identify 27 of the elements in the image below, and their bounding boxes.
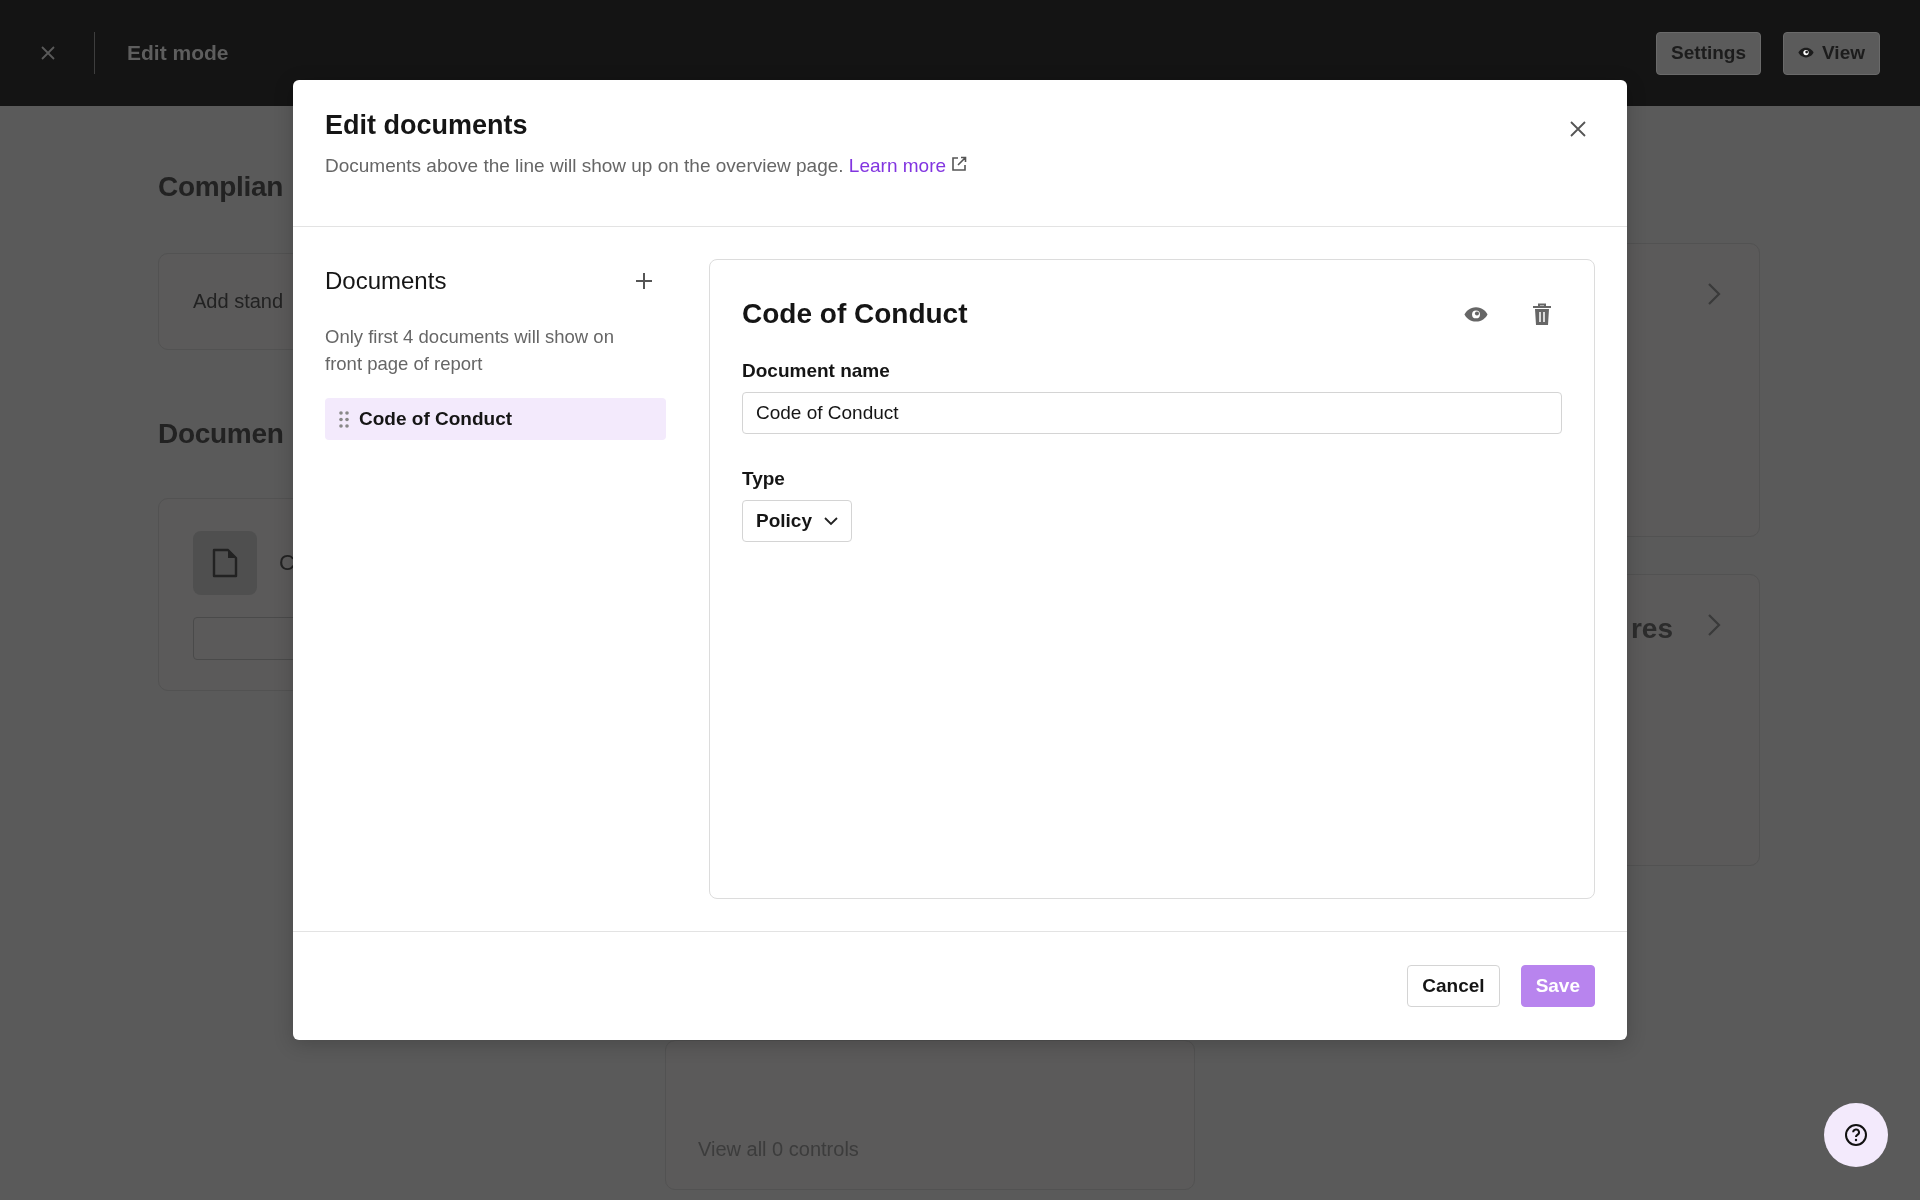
trash-icon[interactable] xyxy=(1532,302,1552,326)
close-icon[interactable] xyxy=(1569,120,1587,138)
section-heading: Complian xyxy=(158,173,285,201)
drag-handle-icon[interactable] xyxy=(339,410,349,428)
external-link-icon xyxy=(951,156,968,172)
file-icon xyxy=(211,547,239,579)
help-icon xyxy=(1844,1123,1868,1147)
field-label: Type xyxy=(742,468,786,490)
mode-title: Edit mode xyxy=(127,41,230,65)
sidebar-note: Only first 4 documents will show on front page of report xyxy=(325,325,615,376)
eye-icon xyxy=(1798,47,1815,59)
chevron-down-icon xyxy=(824,516,838,526)
learn-more-link[interactable]: Learn more xyxy=(848,155,968,176)
cancel-button[interactable]: Cancel xyxy=(1407,965,1500,1007)
sidebar-heading: Documents xyxy=(325,267,447,295)
document-title: Code of Conduct xyxy=(742,298,968,330)
document-list-item[interactable]: Code of Conduct xyxy=(325,398,666,440)
section-heading: Documen xyxy=(158,420,285,448)
document-name-field[interactable]: Code of Conduct xyxy=(742,392,1562,434)
add-icon[interactable] xyxy=(634,271,654,291)
field-label: Document name xyxy=(742,360,891,382)
dialog-description: Documents above the line will show up on the overview page. Learn more xyxy=(325,155,1595,177)
eye-icon xyxy=(1464,305,1488,323)
card-text: Add stand xyxy=(193,290,284,313)
document-title: C xyxy=(279,550,295,576)
type-dropdown[interactable]: Policy xyxy=(742,500,852,542)
dialog-title: Edit documents xyxy=(325,110,528,141)
